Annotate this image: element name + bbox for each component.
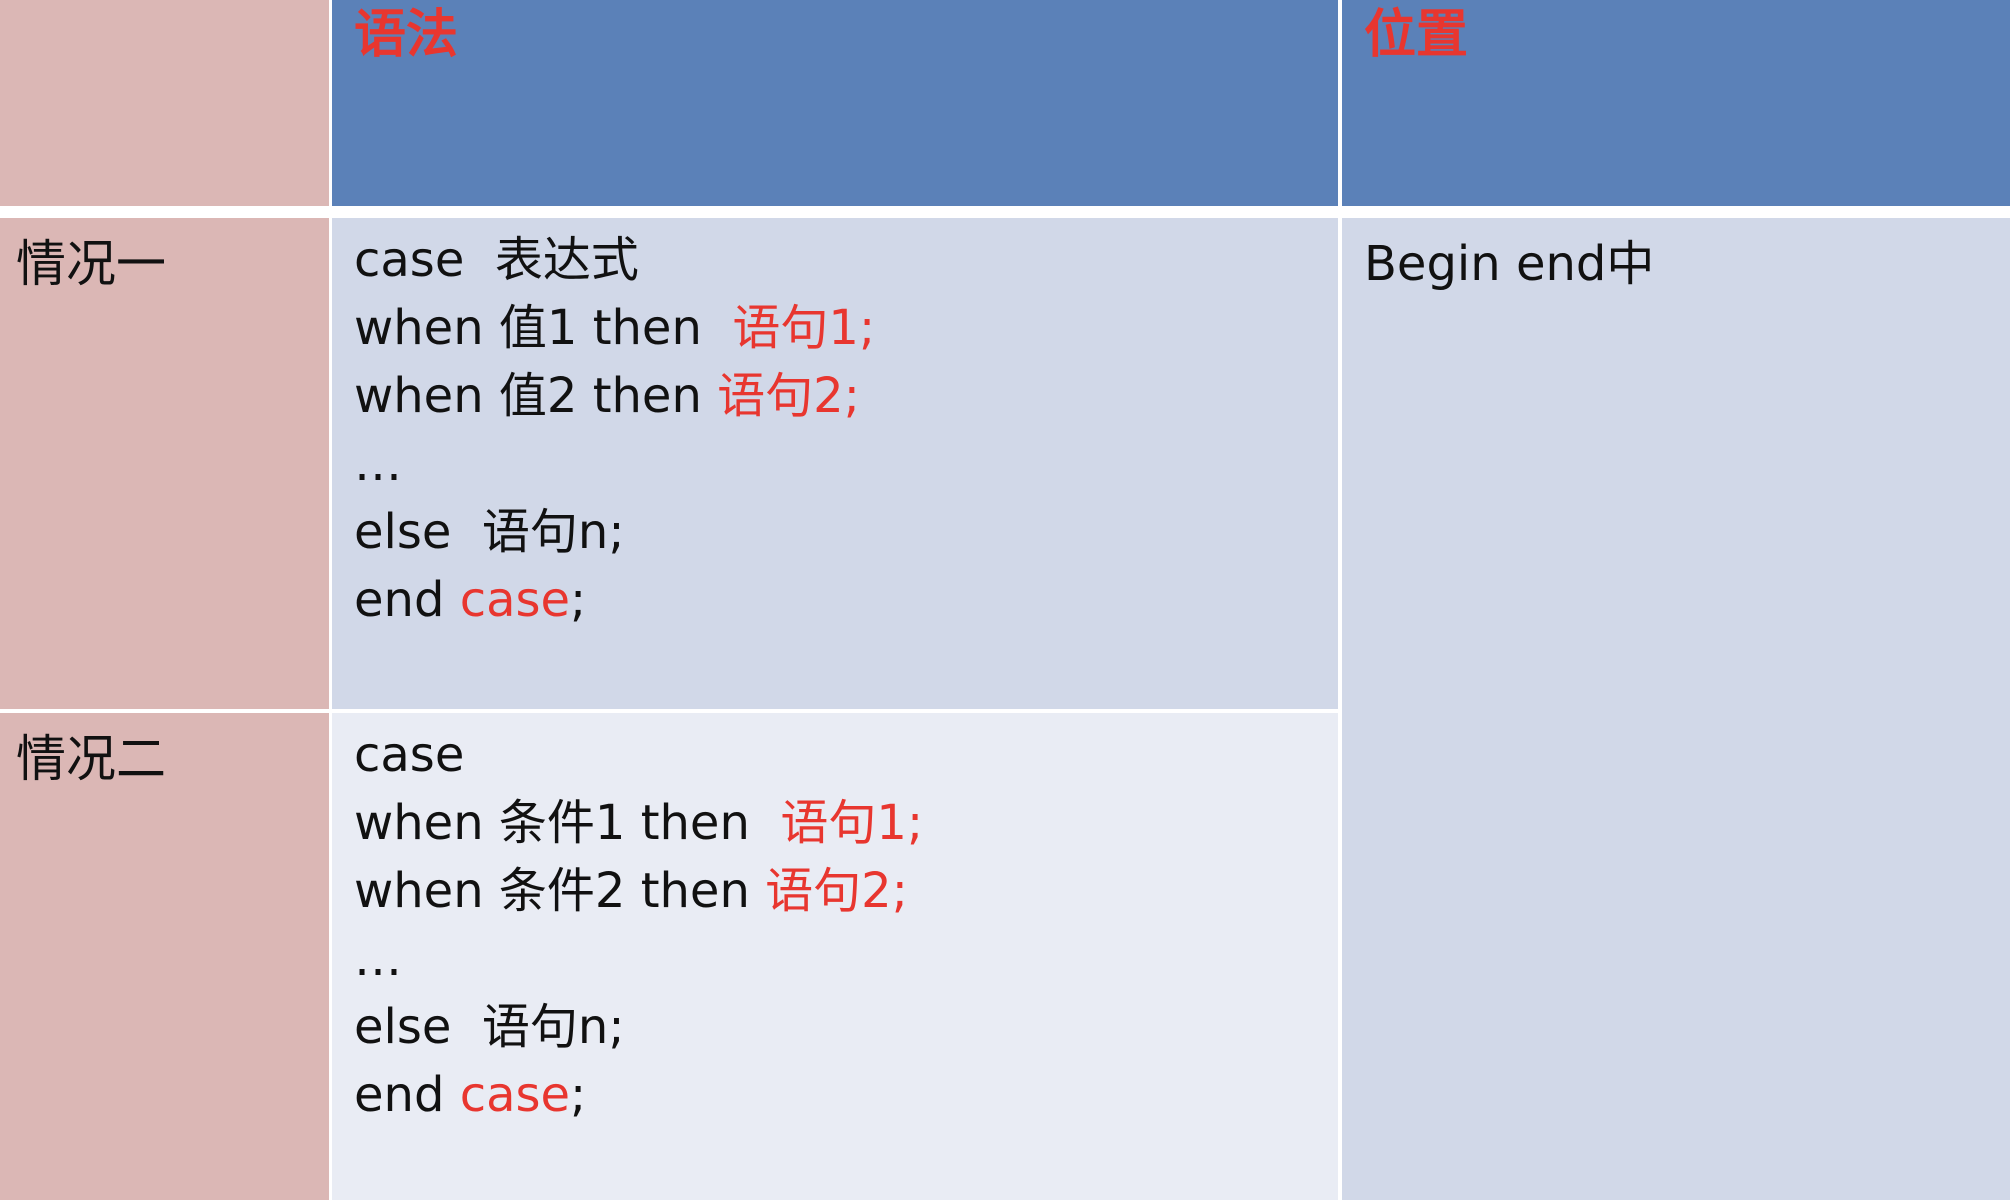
row-label-cell-1: 情况一: [0, 218, 329, 709]
location-cell: Begin end中: [1342, 218, 2010, 1200]
code-highlight: case: [459, 572, 571, 628]
code-line: else 语句n;: [354, 498, 875, 566]
code-text: case 表达式: [354, 232, 639, 288]
code-line: end case;: [354, 566, 875, 634]
code-block-1: case 表达式 when 值1 then 语句1; when 值2 then …: [354, 226, 875, 634]
code-highlight: 语句2;: [765, 863, 908, 919]
code-text: else 语句n;: [354, 999, 625, 1055]
code-line: case 表达式: [354, 226, 875, 294]
code-line: case: [354, 721, 923, 789]
code-block-2: case when 条件1 then 语句1; when 条件2 then 语句…: [354, 721, 923, 1129]
header-location-cell: 位置: [1342, 0, 2010, 206]
code-line: when 条件1 then 语句1;: [354, 789, 923, 857]
code-text: end: [354, 1067, 460, 1123]
header-syntax-label: 语法: [354, 5, 459, 65]
header-syntax-cell: 语法: [332, 0, 1338, 206]
code-text: case: [354, 727, 465, 783]
code-text: when 值2 then: [354, 368, 718, 424]
code-highlight: 语句1;: [732, 300, 876, 356]
row-label-1: 情况一: [16, 235, 166, 293]
code-highlight: 语句1;: [780, 795, 924, 851]
code-text: end: [354, 572, 460, 628]
code-text: when 条件2 then: [354, 863, 766, 919]
code-line: else 语句n;: [354, 993, 923, 1061]
code-text: …: [354, 436, 402, 492]
code-line: when 值2 then 语句2;: [354, 362, 875, 430]
code-line: when 条件2 then 语句2;: [354, 857, 923, 925]
code-tail: ;: [570, 1067, 587, 1123]
syntax-cell-1: case 表达式 when 值1 then 语句1; when 值2 then …: [332, 218, 1338, 709]
row-label-2: 情况二: [16, 730, 166, 788]
header-corner-cell: [0, 0, 329, 206]
location-text: Begin end中: [1364, 236, 1655, 292]
code-line: …: [354, 925, 923, 993]
code-tail: ;: [570, 572, 587, 628]
code-line: when 值1 then 语句1;: [354, 294, 875, 362]
code-highlight: case: [459, 1067, 571, 1123]
header-location-label: 位置: [1364, 5, 1469, 65]
code-line: …: [354, 430, 875, 498]
code-text: when 条件1 then: [354, 795, 781, 851]
row-label-cell-2: 情况二: [0, 713, 329, 1200]
code-text: else 语句n;: [354, 504, 625, 560]
code-line: end case;: [354, 1061, 923, 1129]
code-highlight: 语句2;: [717, 368, 860, 424]
syntax-cell-2: case when 条件1 then 语句1; when 条件2 then 语句…: [332, 713, 1338, 1200]
code-text: …: [354, 931, 402, 987]
code-text: when 值1 then: [354, 300, 733, 356]
